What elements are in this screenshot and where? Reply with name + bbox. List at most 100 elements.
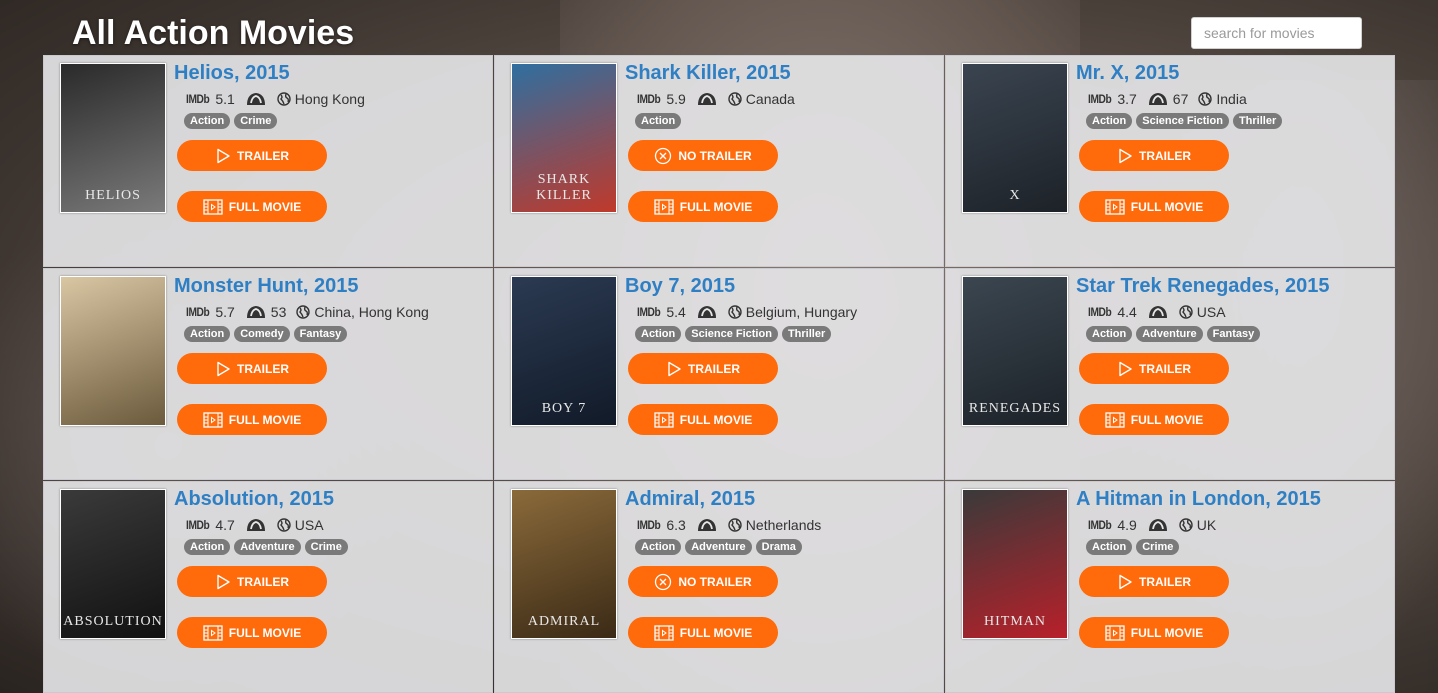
- movie-poster[interactable]: RENEGADES: [962, 276, 1068, 426]
- genre-tag[interactable]: Action: [1086, 113, 1133, 129]
- genre-tag[interactable]: Action: [184, 113, 231, 129]
- genre-tags: Action Adventure Drama: [635, 539, 802, 555]
- trailer-button[interactable]: TRAILER: [1079, 566, 1229, 597]
- poster-text: BOY 7: [541, 401, 587, 416]
- genre-tag[interactable]: Adventure: [234, 539, 301, 555]
- genre-tag[interactable]: Adventure: [1136, 326, 1203, 342]
- trailer-button[interactable]: TRAILER: [1079, 140, 1229, 171]
- movie-card: ABSOLUTION Absolution, 2015 IMDb 4.7 USA Acti…: [43, 481, 493, 693]
- genre-tag[interactable]: Crime: [1136, 539, 1180, 555]
- trailer-button[interactable]: TRAILER: [177, 140, 327, 171]
- movie-title-link[interactable]: Shark Killer, 2015: [625, 62, 791, 85]
- country-name: China, Hong Kong: [314, 304, 429, 320]
- circle-x-icon: [655, 573, 672, 590]
- no-trailer-button[interactable]: NO TRAILER: [628, 566, 778, 597]
- full-movie-button-label: FULL MOVIE: [1130, 625, 1204, 640]
- movie-title-link[interactable]: Boy 7, 2015: [625, 275, 735, 298]
- trailer-button[interactable]: TRAILER: [177, 566, 327, 597]
- movie-title-link[interactable]: Mr. X, 2015: [1076, 62, 1179, 85]
- page-title: All Action Movies: [72, 14, 355, 52]
- imdb-score: 4.4: [1117, 304, 1137, 320]
- movie-title-link[interactable]: Admiral, 2015: [625, 488, 755, 511]
- imdb-rating: IMDb 5.7: [184, 304, 235, 320]
- genre-tag[interactable]: Crime: [234, 113, 278, 129]
- full-movie-button[interactable]: FULL MOVIE: [177, 404, 327, 435]
- movie-poster[interactable]: X: [962, 63, 1068, 213]
- imdb-logo: IMDb: [186, 305, 210, 319]
- genre-tag[interactable]: Thriller: [1232, 113, 1283, 129]
- genre-tag[interactable]: Action: [1086, 326, 1133, 342]
- genre-tags: Action Comedy Fantasy: [184, 326, 348, 342]
- full-movie-button[interactable]: FULL MOVIE: [628, 617, 778, 648]
- play-icon: [1119, 574, 1132, 589]
- rt-icon: [246, 93, 265, 105]
- movie-poster[interactable]: [60, 276, 166, 426]
- globe-icon: [277, 518, 291, 532]
- poster-text: ABSOLUTION: [63, 614, 163, 629]
- full-movie-button[interactable]: FULL MOVIE: [1079, 191, 1229, 222]
- movie-title-link[interactable]: Helios, 2015: [174, 62, 290, 85]
- movie-country: USA: [277, 517, 324, 533]
- movie-poster[interactable]: ADMIRAL: [511, 489, 617, 639]
- rt-icon: [246, 519, 265, 531]
- movie-title-link[interactable]: Absolution, 2015: [174, 488, 334, 511]
- trailer-button-label: TRAILER: [1139, 148, 1191, 163]
- movie-meta: IMDb 5.4 Belgium, Hungary: [635, 304, 857, 320]
- full-movie-button[interactable]: FULL MOVIE: [1079, 404, 1229, 435]
- full-movie-button[interactable]: FULL MOVIE: [628, 404, 778, 435]
- genre-tag[interactable]: Action: [184, 326, 231, 342]
- trailer-button[interactable]: TRAILER: [1079, 353, 1229, 384]
- movie-card: HITMAN A Hitman in London, 2015 IMDb 4.9 UK A…: [945, 481, 1395, 693]
- play-icon: [217, 361, 230, 376]
- full-movie-button[interactable]: FULL MOVIE: [177, 191, 327, 222]
- genre-tag[interactable]: Fantasy: [1206, 326, 1261, 342]
- imdb-logo: IMDb: [1088, 305, 1112, 319]
- genre-tag[interactable]: Crime: [304, 539, 348, 555]
- film-icon: [1105, 198, 1125, 215]
- rt-score: 53: [270, 304, 287, 320]
- movie-title-link[interactable]: Star Trek Renegades, 2015: [1076, 275, 1329, 298]
- genre-tag[interactable]: Action: [635, 326, 682, 342]
- genre-tag[interactable]: Action: [635, 539, 682, 555]
- genre-tag[interactable]: Adventure: [685, 539, 752, 555]
- imdb-score: 3.7: [1117, 91, 1137, 107]
- genre-tag[interactable]: Action: [635, 113, 682, 129]
- genre-tag[interactable]: Thriller: [781, 326, 832, 342]
- imdb-logo: IMDb: [637, 92, 661, 106]
- trailer-button[interactable]: TRAILER: [177, 353, 327, 384]
- film-icon: [203, 411, 223, 428]
- country-name: Netherlands: [745, 517, 822, 533]
- play-icon: [217, 148, 230, 163]
- movie-title-link[interactable]: A Hitman in London, 2015: [1076, 488, 1321, 511]
- imdb-logo: IMDb: [637, 518, 661, 532]
- movie-country: Hong Kong: [277, 91, 365, 107]
- genre-tag[interactable]: Science Fiction: [685, 326, 778, 342]
- globe-icon: [1179, 305, 1193, 319]
- movie-poster[interactable]: SHARK KILLER: [511, 63, 617, 213]
- trailer-button[interactable]: TRAILER: [628, 353, 778, 384]
- movie-poster[interactable]: BOY 7: [511, 276, 617, 426]
- no-trailer-button[interactable]: NO TRAILER: [628, 140, 778, 171]
- full-movie-button[interactable]: FULL MOVIE: [1079, 617, 1229, 648]
- full-movie-button[interactable]: FULL MOVIE: [628, 191, 778, 222]
- genre-tag[interactable]: Drama: [755, 539, 802, 555]
- country-name: Belgium, Hungary: [745, 304, 858, 320]
- film-icon: [654, 624, 674, 641]
- movie-poster[interactable]: HITMAN: [962, 489, 1068, 639]
- genre-tag[interactable]: Fantasy: [293, 326, 348, 342]
- imdb-score: 5.9: [666, 91, 686, 107]
- full-movie-button-label: FULL MOVIE: [228, 625, 302, 640]
- movie-title-link[interactable]: Monster Hunt, 2015: [174, 275, 358, 298]
- rt-rating: [1147, 304, 1169, 320]
- rt-score: 67: [1172, 91, 1189, 107]
- movie-poster[interactable]: HELIOS: [60, 63, 166, 213]
- genre-tag[interactable]: Comedy: [234, 326, 290, 342]
- imdb-rating: IMDb 4.4: [1086, 304, 1137, 320]
- search-input[interactable]: [1191, 17, 1362, 49]
- genre-tag[interactable]: Science Fiction: [1136, 113, 1229, 129]
- full-movie-button[interactable]: FULL MOVIE: [177, 617, 327, 648]
- movie-poster[interactable]: ABSOLUTION: [60, 489, 166, 639]
- genre-tag[interactable]: Action: [184, 539, 231, 555]
- genre-tags: Action Science Fiction Thriller: [1086, 113, 1283, 129]
- genre-tag[interactable]: Action: [1086, 539, 1133, 555]
